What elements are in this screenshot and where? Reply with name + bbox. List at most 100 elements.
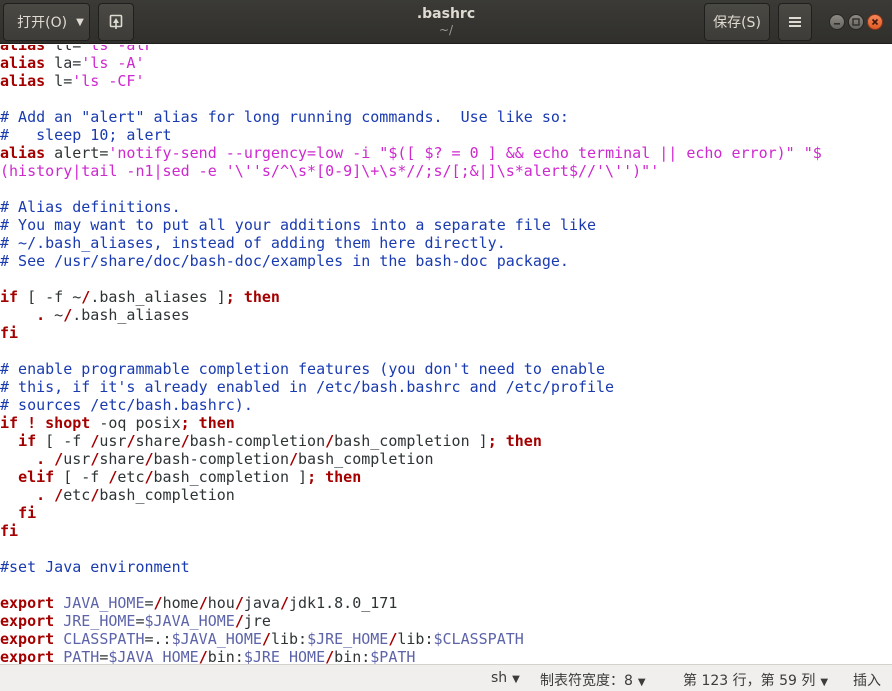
text-token: java (243, 594, 280, 612)
code-line: # Add an "alert" alias for long running … (0, 108, 822, 126)
code-line: fi (0, 522, 822, 540)
comment-token: # Add an "alert" alias for long running … (0, 108, 569, 126)
code-line: if [ -f ~/.bash_aliases ]; then (0, 288, 822, 306)
text-token: etc (117, 468, 145, 486)
code-line: alias l='ls -CF' (0, 72, 822, 90)
variable-token: JRE_HOME (63, 612, 136, 630)
text-token: [ -f (54, 468, 109, 486)
menu-button[interactable] (778, 3, 812, 41)
text-token: bin: (207, 648, 244, 664)
code-line: # See /usr/share/doc/bash-doc/examples i… (0, 252, 822, 270)
text-token: .bash_aliases (72, 306, 190, 324)
hamburger-menu-icon (789, 17, 801, 27)
variable-token: $PATH (370, 648, 416, 664)
close-button[interactable] (867, 14, 883, 30)
language-selector[interactable]: sh ▼ (491, 670, 520, 686)
code-line: export CLASSPATH=.:$JAVA_HOME/lib:$JRE_H… (0, 630, 822, 648)
comment-token: #set Java environment (0, 558, 190, 576)
comment-token: # ~/.bash_aliases, instead of adding the… (0, 234, 506, 252)
keyword-token: / (325, 432, 335, 450)
keyword-token: / (144, 468, 154, 486)
keyword-token: fi (0, 324, 19, 342)
comment-token: # You may want to put all your additions… (0, 216, 597, 234)
text-token: =.: (144, 630, 172, 648)
text-token: bash-completion (153, 450, 289, 468)
text-token: bash_completion ] (153, 468, 308, 486)
comment-token: # sources /etc/bash.bashrc). (0, 396, 253, 414)
code-line: elif [ -f /etc/bash_completion ]; then (0, 468, 822, 486)
text-token: usr (99, 432, 127, 450)
keyword-token: / (90, 450, 100, 468)
keyword-token: export (0, 630, 55, 648)
keyword-token: alias (0, 45, 46, 54)
text-token: [ -f (36, 432, 91, 450)
text-token: lib: (270, 630, 308, 648)
maximize-icon (852, 18, 860, 26)
text-token: usr (63, 450, 91, 468)
text-token: home (162, 594, 199, 612)
text-editor[interactable]: alias ll='ls -alF' alias la='ls -A' alias … (0, 45, 892, 664)
code-line: . /etc/bash_completion (0, 486, 822, 504)
code-line: alias ll='ls -alF' (0, 45, 822, 54)
keyword-token: ; then (180, 414, 235, 432)
text-token: l= (45, 72, 73, 90)
code-line: export PATH=$JAVA_HOME/bin:$JRE_HOME/bin… (0, 648, 822, 664)
code-lines: alias ll='ls -alF' alias la='ls -A' alias … (0, 45, 822, 664)
code-line: # sources /etc/bash.bashrc). (0, 396, 822, 414)
save-button[interactable]: 保存(S) (704, 3, 770, 41)
keyword-token: / (261, 630, 271, 648)
code-line: . /usr/share/bash-completion/bash_comple… (0, 450, 822, 468)
keyword-token: if (0, 288, 19, 306)
text-token: = (135, 612, 145, 630)
maximize-button[interactable] (848, 14, 864, 30)
string-token: 'ls -CF' (72, 72, 145, 90)
variable-token: JAVA_HOME (63, 594, 145, 612)
keyword-token: / (279, 594, 289, 612)
keyword-token: ; then (487, 432, 542, 450)
code-line: # enable programmable completion feature… (0, 360, 822, 378)
keyword-token: / (289, 450, 299, 468)
minimize-button[interactable] (829, 14, 845, 30)
tab-width-selector[interactable]: 制表符宽度：8 ▼ (540, 670, 646, 690)
text-token: jre (243, 612, 271, 630)
chevron-down-icon: ▼ (512, 674, 520, 685)
variable-token: PATH (63, 648, 100, 664)
keyword-token: / (325, 648, 335, 664)
text-token: hou (207, 594, 235, 612)
keyword-token: if (18, 432, 37, 450)
code-line: fi (0, 504, 822, 522)
variable-token: $JAVA_HOME (108, 648, 199, 664)
keyword-token: . (36, 306, 46, 324)
code-line: # You may want to put all your additions… (0, 216, 822, 234)
cursor-position-selector[interactable]: 第 123 行，第 59 列 ▼ (683, 670, 828, 690)
string-token: (history|tail -n1|sed -e '\''s/^\s*[0-9]… (0, 162, 660, 180)
status-bar: sh ▼ 制表符宽度：8 ▼ 第 123 行，第 59 列 ▼ 插入 (0, 664, 892, 691)
variable-token: $JAVA_HOME (144, 612, 235, 630)
code-line: . ~/.bash_aliases (0, 306, 822, 324)
code-line: export JRE_HOME=$JAVA_HOME/jre (0, 612, 822, 630)
language-label: sh (491, 670, 508, 686)
keyword-token: ; then (307, 468, 362, 486)
text-token: alert= (45, 144, 109, 162)
text-token: [ -f ~ (18, 288, 82, 306)
comment-token: # this, if it's already enabled in /etc/… (0, 378, 615, 396)
text-token: .bash_aliases ] (90, 288, 226, 306)
keyword-token: / (234, 594, 244, 612)
comment-token: # Alias definitions. (0, 198, 181, 216)
code-line: fi (0, 324, 822, 342)
keyword-token: alias (0, 54, 46, 72)
keyword-token: . / (36, 486, 64, 504)
keyword-token: elif (18, 468, 55, 486)
string-token: 'ls -A' (81, 54, 145, 72)
text-token: bin: (334, 648, 371, 664)
